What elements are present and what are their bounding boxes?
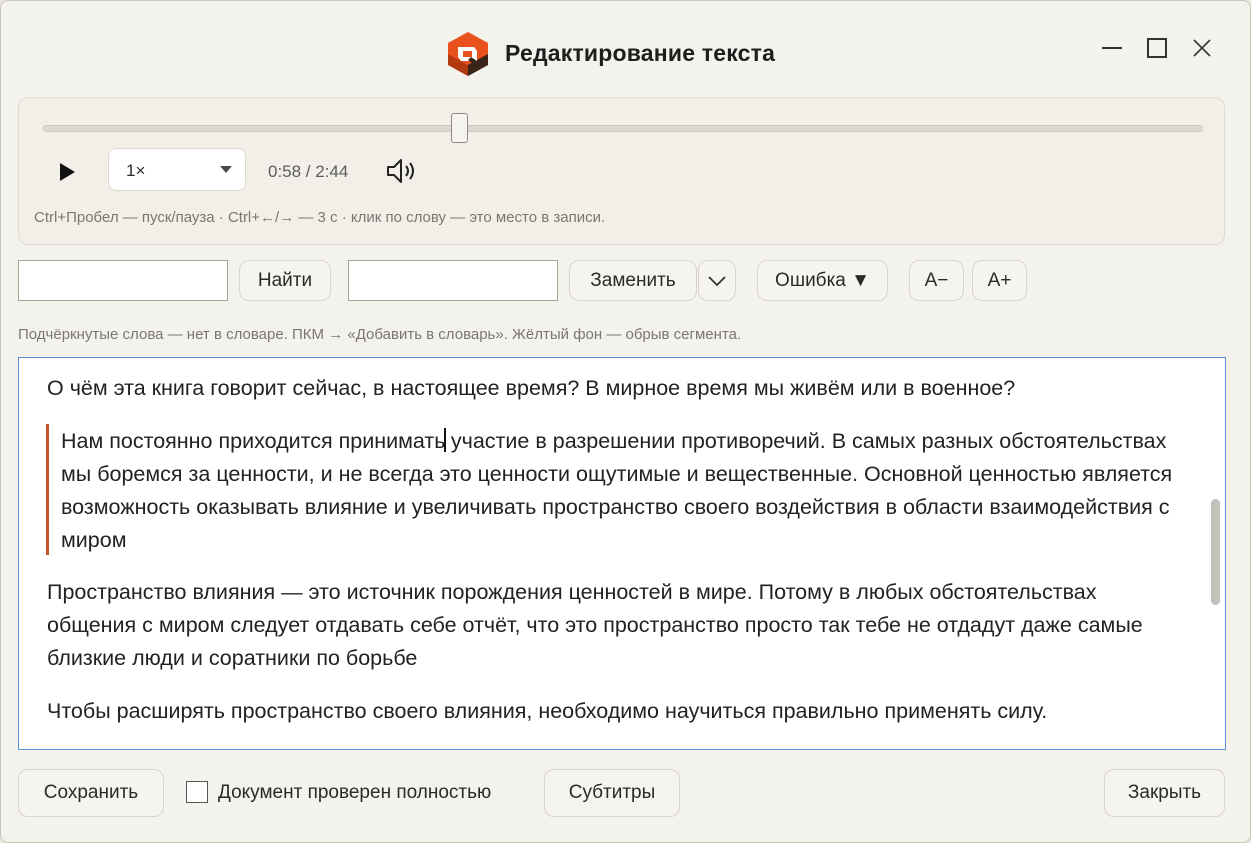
seek-track[interactable]	[43, 125, 1203, 132]
play-button[interactable]	[53, 158, 81, 186]
document-checked-label[interactable]: Документ проверен полностью	[218, 782, 491, 804]
paragraph-text-before-caret: Нам постоянно приходится принимать	[61, 429, 446, 453]
font-larger-button[interactable]: A+	[972, 260, 1027, 301]
maximize-button[interactable]	[1142, 33, 1172, 63]
chevron-down-icon	[708, 275, 726, 286]
play-icon	[60, 163, 75, 181]
minimize-icon	[1102, 47, 1122, 49]
minimize-button[interactable]	[1097, 33, 1127, 63]
text-editor-area[interactable]: О чём эта книга говорит сейчас, в настоя…	[18, 357, 1226, 750]
playback-time: 0:58 / 2:44	[268, 162, 349, 181]
close-icon	[1193, 39, 1211, 57]
replace-options-button[interactable]	[698, 260, 736, 301]
maximize-icon	[1147, 38, 1167, 58]
text-editor-window: Редактирование текста 1× 0:58 / 2:44 Ctr…	[0, 0, 1251, 843]
volume-button[interactable]	[385, 156, 421, 186]
app-logo-icon	[448, 32, 488, 76]
replace-button[interactable]: Заменить	[569, 260, 697, 301]
find-input[interactable]	[18, 260, 228, 301]
seek-slider-handle[interactable]	[451, 113, 469, 143]
spelling-hint: Подчёркнутые слова — нет в словаре. ПКМ …	[18, 326, 742, 343]
player-shortcuts-hint: Ctrl+Пробел — пуск/пауза · Ctrl+←/→ — 3 …	[34, 209, 606, 226]
paragraph[interactable]: Чтобы расширять пространство своего влия…	[47, 695, 1187, 728]
save-button[interactable]: Сохранить	[18, 769, 164, 817]
close-window-button[interactable]	[1187, 33, 1217, 63]
paragraph[interactable]: О чём эта книга говорит сейчас, в настоя…	[47, 372, 1187, 405]
playback-speed-value: 1×	[126, 161, 146, 180]
close-button[interactable]: Закрыть	[1104, 769, 1225, 817]
subtitles-button[interactable]: Субтитры	[544, 769, 680, 817]
replace-input[interactable]	[348, 260, 558, 301]
editor-scrollbar[interactable]	[1211, 499, 1220, 605]
volume-icon	[387, 159, 414, 183]
audio-player-panel: 1× 0:58 / 2:44 Ctrl+Пробел — пуск/пауза …	[18, 97, 1225, 245]
document-checked-checkbox[interactable]	[186, 781, 208, 803]
title-bar: Редактирование текста	[1, 1, 1250, 93]
paragraph[interactable]: Пространство влияния — это источник поро…	[47, 576, 1187, 675]
playback-speed-select[interactable]: 1×	[108, 148, 246, 191]
font-smaller-button[interactable]: A−	[909, 260, 964, 301]
active-segment-marker	[46, 424, 49, 555]
find-button[interactable]: Найти	[239, 260, 331, 301]
window-title: Редактирование текста	[505, 40, 776, 66]
chevron-down-icon	[220, 166, 232, 173]
paragraph-active[interactable]: Нам постоянно приходится принимать участ…	[61, 425, 1201, 557]
error-filter-button[interactable]: Ошибка ▼	[757, 260, 888, 301]
